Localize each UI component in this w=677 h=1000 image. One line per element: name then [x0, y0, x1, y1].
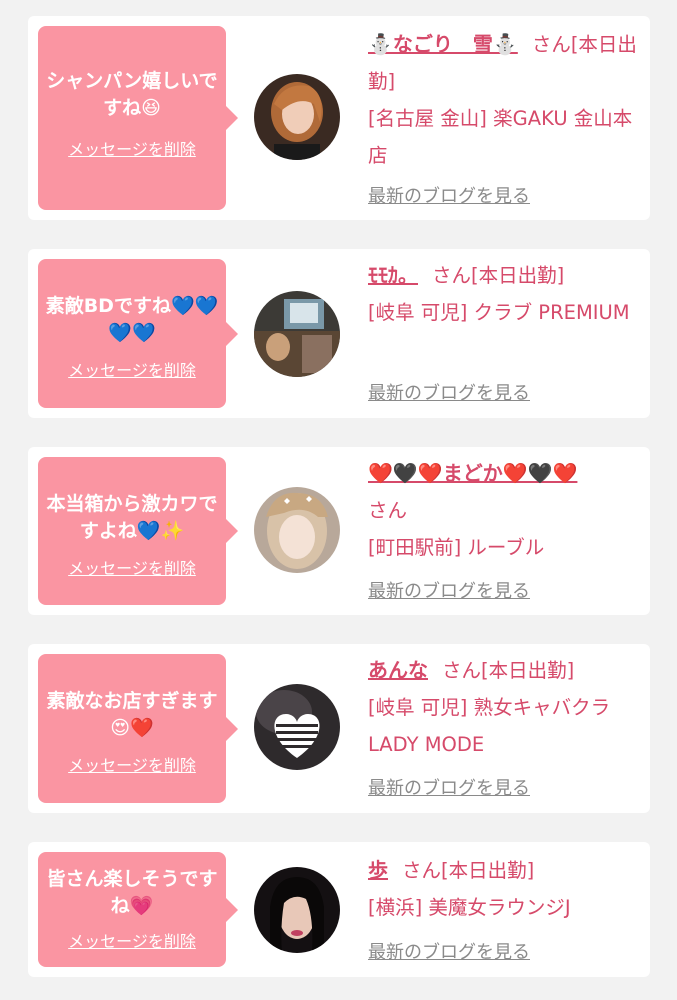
cast-info: ⛄なごり 雪⛄ さん[本日出勤] [名古屋 金山] 楽GAKU 金山本店 [368, 26, 638, 174]
honorific: さん [368, 499, 408, 522]
post-card: シャンパン嬉しいですね😆 メッセージを削除 ⛄なごり 雪⛄ さん[本日出勤] [名… [28, 16, 650, 220]
post-card: 素敵BDですね💙💙💙💙 メッセージを削除 ﾓﾓｶ。 さん[本日出勤] [岐阜 可児… [28, 249, 650, 418]
message-bubble: 素敵なお店すぎます😍❤️ メッセージを削除 [38, 654, 238, 803]
message-text: シャンパン嬉しいですね😆 [46, 70, 218, 119]
cast-name-link[interactable]: 歩 [368, 858, 388, 882]
message-bubble: 本当箱から激カワですよね💙✨ メッセージを削除 [38, 457, 238, 605]
cast-info: ❤️🖤❤️まどか❤️🖤❤️ さん [町田駅前] ルーブル [368, 455, 638, 566]
cast-name-link[interactable]: ﾓﾓｶ。 [368, 263, 418, 287]
cast-name-link[interactable]: ❤️🖤❤️まどか❤️🖤❤️ [368, 461, 577, 485]
honorific: さん [432, 264, 472, 287]
blog-link[interactable]: 最新のブログを見る [368, 774, 530, 800]
avatar[interactable] [254, 74, 340, 160]
avatar[interactable] [254, 684, 340, 770]
post-card: 本当箱から激カワですよね💙✨ メッセージを削除 ❤️🖤❤️まどか❤️🖤❤️ さん… [28, 447, 650, 615]
message-text: 本当箱から激カワですよね💙✨ [46, 493, 218, 542]
delete-message-link[interactable]: メッセージを削除 [68, 752, 196, 776]
blog-link[interactable]: 最新のブログを見る [368, 577, 530, 603]
blog-link[interactable]: 最新のブログを見る [368, 379, 530, 405]
delete-message-link[interactable]: メッセージを削除 [68, 928, 196, 952]
message-text: 皆さん楽しそうですね💗 [46, 868, 218, 917]
cast-info: 歩さん[本日出勤] [横浜] 美魔女ラウンジJ [368, 852, 638, 926]
delete-message-link[interactable]: メッセージを削除 [68, 555, 196, 579]
cast-name-link[interactable]: ⛄なごり 雪⛄ [368, 32, 518, 56]
shop-label: [岐阜 可児] 熟女キャバクラ LADY MODE [368, 696, 611, 756]
honorific: さん [402, 859, 442, 882]
message-text: 素敵なお店すぎます😍❤️ [46, 690, 218, 739]
message-bubble: 素敵BDですね💙💙💙💙 メッセージを削除 [38, 259, 238, 408]
cast-info: あんな さん[本日出勤] [岐阜 可児] 熟女キャバクラ LADY MODE [368, 652, 638, 763]
message-bubble: 皆さん楽しそうですね💗 メッセージを削除 [38, 852, 238, 967]
shop-label: [岐阜 可児] クラブ PREMIUM [368, 301, 630, 324]
status-label: [本日出勤] [471, 264, 565, 287]
post-card: 素敵なお店すぎます😍❤️ メッセージを削除 あんな さん[本日出勤] [岐阜 可児… [28, 644, 650, 813]
cast-name-link[interactable]: あんな [368, 658, 428, 682]
shop-label: [横浜] 美魔女ラウンジJ [368, 896, 571, 919]
avatar[interactable] [254, 291, 340, 377]
cast-info: ﾓﾓｶ。 さん[本日出勤] [岐阜 可児] クラブ PREMIUM [368, 257, 638, 331]
message-text: 素敵BDですね💙💙💙💙 [45, 295, 219, 344]
delete-message-link[interactable]: メッセージを削除 [68, 357, 196, 381]
status-label: [本日出勤] [441, 859, 535, 882]
blog-link[interactable]: 最新のブログを見る [368, 938, 530, 964]
honorific: さん [442, 659, 482, 682]
shop-label: [名古屋 金山] 楽GAKU 金山本店 [368, 107, 633, 167]
avatar[interactable] [254, 867, 340, 953]
avatar[interactable] [254, 487, 340, 573]
honorific: さん [531, 33, 571, 56]
delete-message-link[interactable]: メッセージを削除 [68, 136, 196, 160]
shop-label: [町田駅前] ルーブル [368, 536, 545, 559]
message-bubble: シャンパン嬉しいですね😆 メッセージを削除 [38, 26, 238, 210]
post-card: 皆さん楽しそうですね💗 メッセージを削除 歩さん[本日出勤] [横浜] 美魔女ラ… [28, 842, 650, 977]
status-label: [本日出勤] [481, 659, 575, 682]
blog-link[interactable]: 最新のブログを見る [368, 182, 530, 208]
